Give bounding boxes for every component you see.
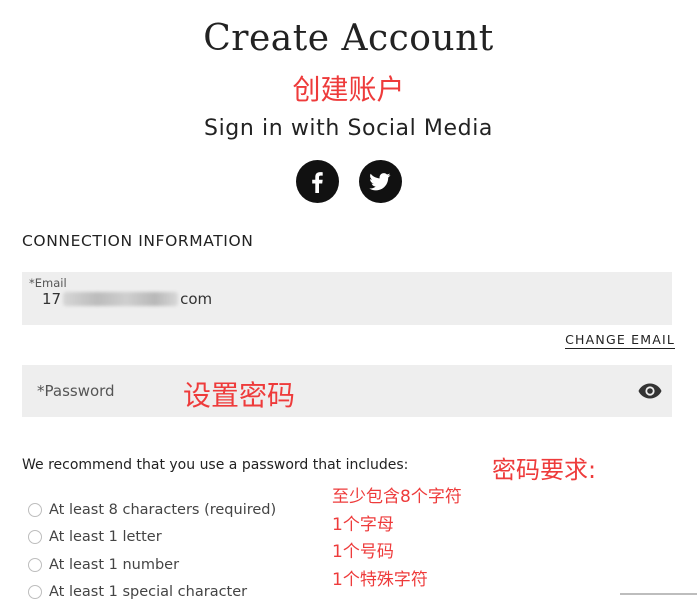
twitter-icon (369, 173, 391, 191)
annotation-item: 至少包含8个字符 (332, 484, 462, 512)
email-redacted (63, 292, 178, 306)
facebook-icon (310, 171, 324, 193)
password-input[interactable]: *Password (22, 365, 672, 417)
annotation-create-account: 创建账户 (0, 68, 697, 108)
requirement-label: At least 8 characters (required) (49, 502, 276, 518)
annotation-set-password: 设置密码 (183, 374, 295, 414)
page-title: Create Account (0, 18, 697, 59)
requirement-label: At least 1 number (49, 557, 179, 573)
email-value: 17 com (42, 290, 212, 308)
eye-icon (638, 383, 662, 399)
annotation-item: 1个号码 (332, 539, 462, 567)
requirement-status-icon (28, 585, 42, 599)
annotation-requirements-list: 至少包含8个字符 1个字母 1个号码 1个特殊字符 (332, 484, 462, 594)
email-field[interactable]: *Email 17 com (22, 272, 672, 325)
connection-info-heading: CONNECTION INFORMATION (22, 232, 253, 250)
email-label: *Email (29, 276, 67, 290)
password-recommendation: We recommend that you use a password tha… (22, 457, 408, 473)
list-item: At least 1 number (28, 551, 276, 579)
list-item: At least 1 letter (28, 524, 276, 552)
facebook-login-button[interactable] (296, 160, 339, 203)
annotation-password-requirements: 密码要求: (492, 450, 596, 485)
change-email-link[interactable]: CHANGE EMAIL (565, 332, 675, 349)
annotation-item: 1个特殊字符 (332, 567, 462, 595)
requirement-label: At least 1 letter (49, 529, 162, 545)
requirement-status-icon (28, 530, 42, 544)
requirement-status-icon (28, 503, 42, 517)
password-placeholder: *Password (37, 382, 115, 400)
social-login-buttons (0, 160, 697, 203)
show-password-button[interactable] (637, 379, 663, 403)
twitter-login-button[interactable] (359, 160, 402, 203)
password-requirements-list: At least 8 characters (required) At leas… (28, 496, 276, 606)
requirement-status-icon (28, 558, 42, 572)
email-prefix: 17 (42, 290, 61, 308)
annotation-item: 1个字母 (332, 512, 462, 540)
email-suffix: com (180, 290, 212, 308)
list-item: At least 8 characters (required) (28, 496, 276, 524)
list-item: At least 1 special character (28, 579, 276, 606)
social-login-heading: Sign in with Social Media (0, 116, 697, 141)
divider (620, 593, 697, 595)
requirement-label: At least 1 special character (49, 584, 247, 600)
